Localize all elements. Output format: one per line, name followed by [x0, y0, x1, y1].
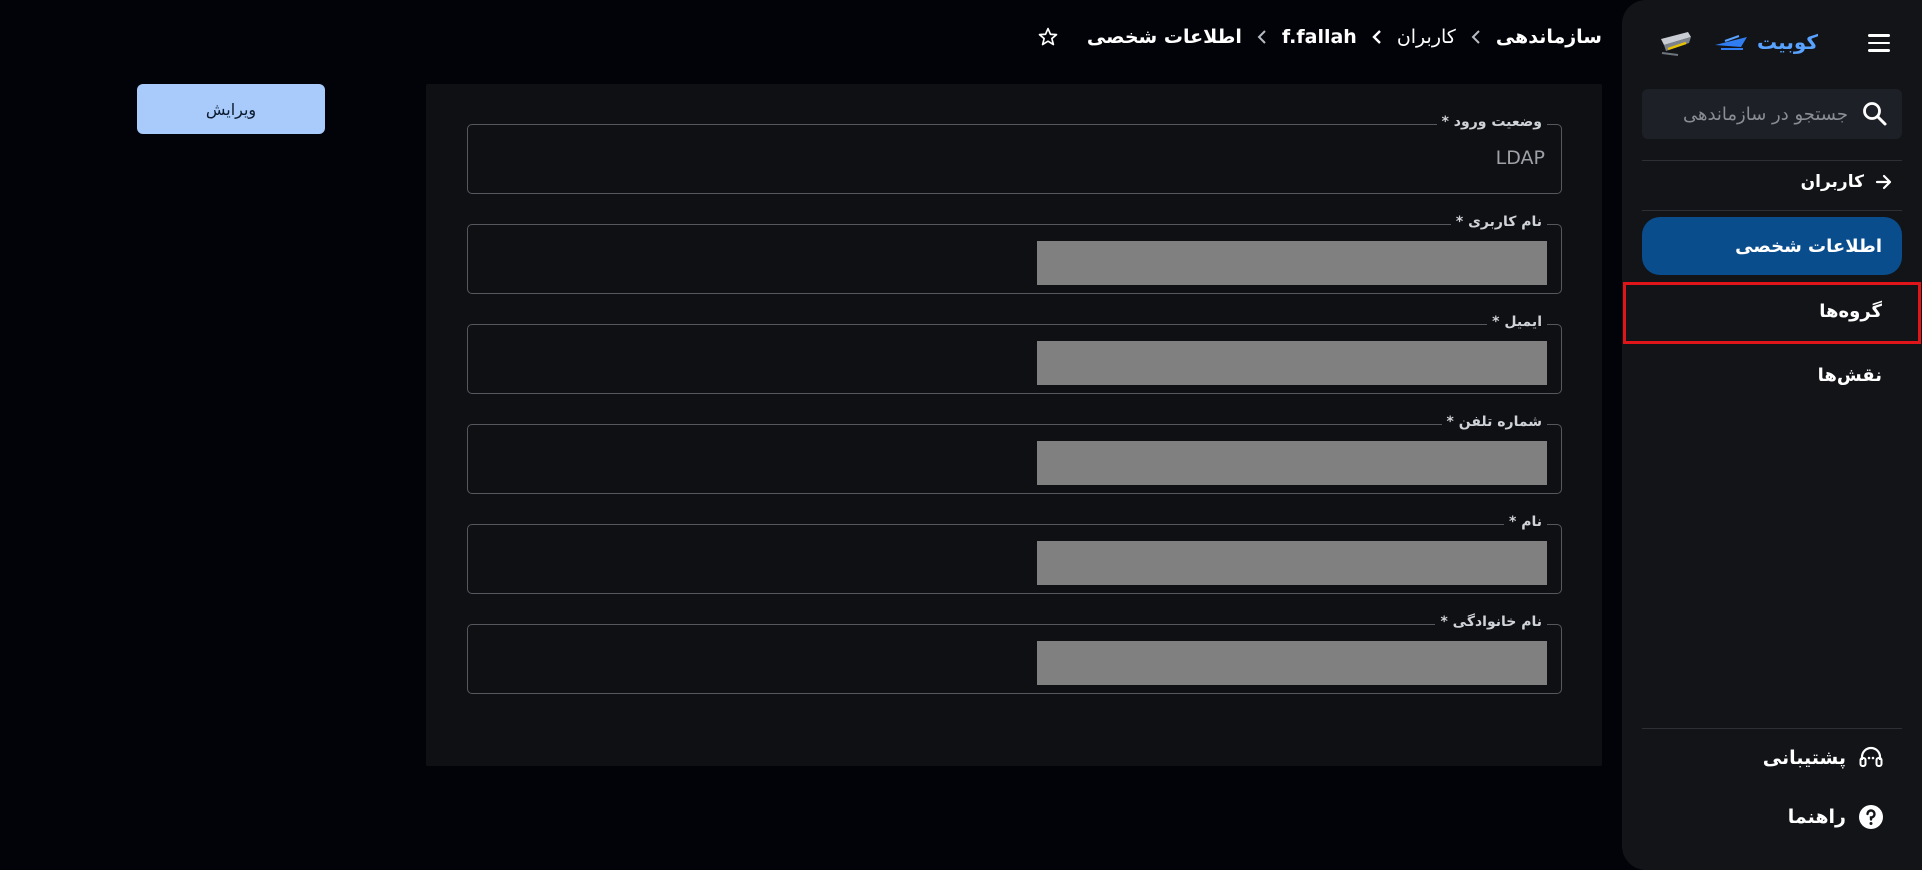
username-field[interactable]: نام کاربری * — [467, 214, 1562, 294]
redacted-value — [1037, 441, 1547, 485]
support-label: پشتیبانی — [1762, 747, 1846, 769]
support-link[interactable]: پشتیبانی — [1763, 745, 1884, 771]
field-value: LDAP — [1495, 147, 1545, 169]
first-name-field[interactable]: نام * — [467, 514, 1562, 594]
sidebar-item-label: نقش‌ها — [1817, 364, 1882, 386]
help-link[interactable]: راهنما — [1788, 804, 1884, 830]
divider — [1642, 728, 1902, 729]
email-field[interactable]: ایمیل * — [467, 314, 1562, 394]
field-label: وضعیت ورود * — [1436, 114, 1547, 130]
help-icon — [1859, 805, 1883, 829]
field-label: شماره تلفن * — [1441, 414, 1547, 430]
personal-info-form: وضعیت ورود * LDAP نام کاربری * ایمیل * ش… — [426, 84, 1602, 766]
redacted-value — [1037, 541, 1547, 585]
brand-name: کوبیت — [1756, 30, 1818, 54]
redacted-value — [1037, 241, 1547, 285]
boat-icon — [1714, 35, 1747, 50]
sidebar-item-personal-info[interactable]: اطلاعات شخصی — [1642, 217, 1902, 275]
breadcrumb-item-users[interactable]: کاربران — [1397, 26, 1456, 48]
sidebar-item-roles[interactable]: نقش‌ها — [1642, 346, 1902, 404]
search-icon — [1863, 102, 1887, 126]
breadcrumb: سازماندهی کاربران f.fallah اطلاعات شخصی — [1037, 26, 1602, 48]
back-link-label: کاربران — [1800, 172, 1864, 192]
sidebar: کوبیت کاربران اطلاعات شخصی گروه‌ها نقش‌ه… — [1622, 0, 1922, 870]
arrow-right-icon — [1875, 174, 1892, 190]
divider — [1642, 210, 1902, 211]
field-label: نام کاربری * — [1450, 214, 1547, 230]
divider — [1642, 160, 1902, 161]
star-icon[interactable] — [1037, 26, 1059, 48]
sidebar-item-label: اطلاعات شخصی — [1735, 235, 1882, 257]
chevron-left-icon — [1372, 30, 1381, 44]
last-name-field[interactable]: نام خانوادگی * — [467, 614, 1562, 694]
hamburger-menu-icon[interactable] — [1868, 34, 1890, 52]
redacted-value — [1037, 641, 1547, 685]
brand-logo[interactable]: کوبیت — [1713, 30, 1818, 54]
help-label: راهنما — [1787, 806, 1846, 828]
edit-button[interactable]: ویرایش — [137, 84, 325, 134]
breadcrumb-item-personal-info: اطلاعات شخصی — [1086, 26, 1242, 48]
sidebar-header: کوبیت — [1622, 24, 1922, 64]
login-status-field[interactable]: وضعیت ورود * LDAP — [467, 114, 1562, 194]
phone-field[interactable]: شماره تلفن * — [467, 414, 1562, 494]
sidebar-search[interactable] — [1642, 89, 1902, 139]
sidebar-item-groups[interactable]: گروه‌ها — [1642, 282, 1902, 340]
app-switcher-icon[interactable] — [1658, 29, 1694, 59]
chevron-left-icon — [1471, 30, 1480, 44]
field-label: ایمیل * — [1487, 314, 1547, 330]
chevron-left-icon — [1257, 30, 1266, 44]
field-label: نام خانوادگی * — [1435, 614, 1547, 630]
sidebar-item-label: گروه‌ها — [1819, 300, 1882, 322]
redacted-value — [1037, 341, 1547, 385]
search-input[interactable] — [1660, 102, 1850, 126]
breadcrumb-item-username[interactable]: f.fallah — [1282, 26, 1357, 48]
breadcrumb-item-organization[interactable]: سازماندهی — [1496, 26, 1602, 48]
back-to-users-link[interactable]: کاربران — [1801, 172, 1894, 192]
field-label: نام * — [1504, 514, 1547, 530]
headset-icon — [1859, 746, 1883, 767]
